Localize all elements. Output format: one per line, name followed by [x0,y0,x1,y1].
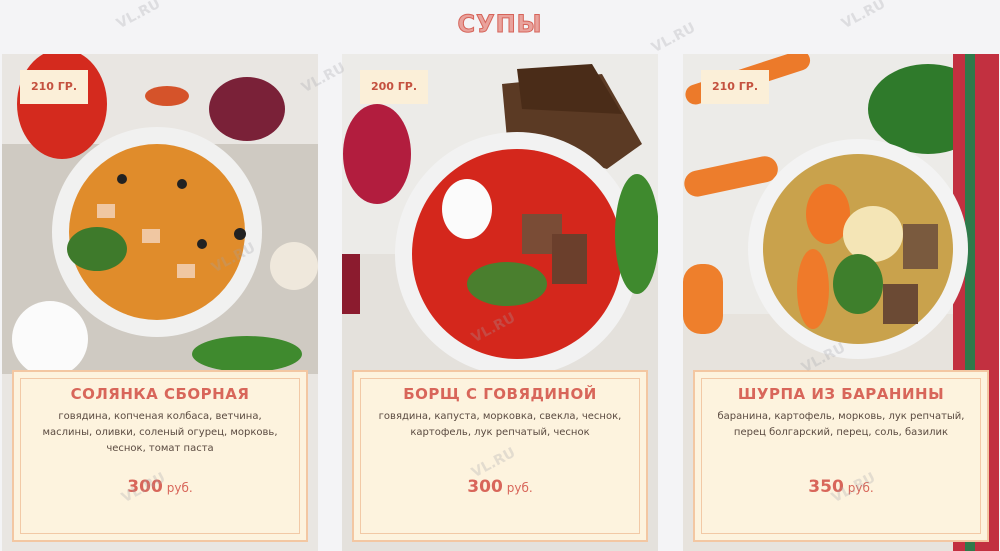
price-currency: руб. [506,481,533,495]
section-title: СУПЫ [457,10,543,39]
dish-price: 300 руб. [21,477,299,497]
weight-badge: 200 ГР. [360,70,428,104]
dish-price: 300 руб. [361,477,639,497]
weight-badge: 210 ГР. [20,70,88,104]
dish-description: баранина, картофель, морковь, лук репчат… [717,411,965,438]
dish-price: 350 руб. [702,477,980,497]
price-amount: 300 [467,477,503,497]
dish-card-shurpa[interactable]: 210 ГР. ШУРПА ИЗ БАРАНИНЫ баранина, карт… [683,54,999,551]
dish-name: БОРЩ С ГОВЯДИНОЙ [403,385,597,403]
dish-card-solyanka[interactable]: 210 ГР. СОЛЯНКА СБОРНАЯ говядина, копчен… [2,54,318,551]
price-amount: 300 [127,477,163,497]
weight-badge: 210 ГР. [701,70,769,104]
dish-description: говядина, капуста, морковка, свекла, чес… [378,411,622,438]
dish-info-panel: ШУРПА ИЗ БАРАНИНЫ баранина, картофель, м… [693,370,989,542]
price-amount: 350 [808,477,844,497]
price-currency: руб. [166,481,193,495]
dish-name: СОЛЯНКА СБОРНАЯ [70,385,250,403]
dish-name: ШУРПА ИЗ БАРАНИНЫ [737,385,945,403]
dish-info-panel: СОЛЯНКА СБОРНАЯ говядина, копченая колба… [12,370,308,542]
dish-description: говядина, копченая колбаса, ветчина, мас… [42,411,278,454]
dish-card-borscht[interactable]: 200 ГР. БОРЩ С ГОВЯДИНОЙ говядина, капус… [342,54,658,551]
price-currency: руб. [847,481,874,495]
dish-info-panel: БОРЩ С ГОВЯДИНОЙ говядина, капуста, морк… [352,370,648,542]
